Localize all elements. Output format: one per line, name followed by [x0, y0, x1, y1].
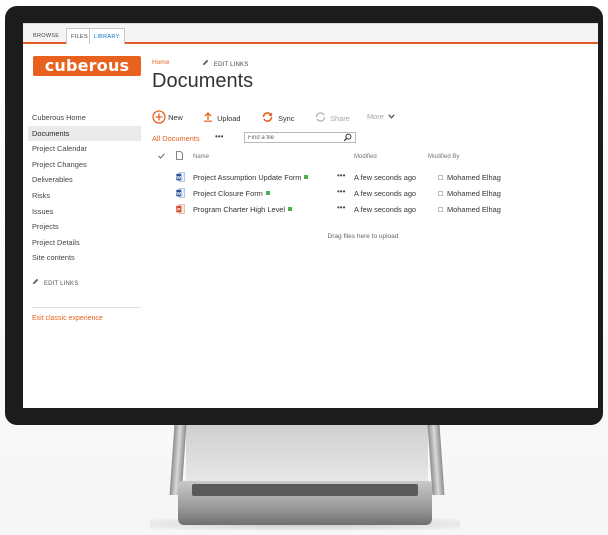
svg-text:W: W — [177, 175, 182, 181]
nav-item-documents[interactable]: Documents — [28, 125, 141, 142]
file-name-link[interactable]: Program Charter High Level — [193, 205, 293, 214]
row-menu-ellipsis[interactable]: ••• — [337, 187, 345, 196]
tab-browse[interactable]: BROWSE — [29, 28, 63, 44]
upload-button[interactable]: Upload — [203, 112, 240, 123]
new-item-badge — [265, 191, 270, 195]
upload-arrow-icon — [204, 112, 212, 122]
share-button[interactable]: Share — [315, 112, 350, 123]
nav-edit-links[interactable]: EDIT LINKS — [32, 278, 78, 287]
table-row[interactable]: W Project Assumption Update Form ••• A f… — [152, 170, 552, 186]
column-header-name[interactable]: Name — [193, 154, 209, 160]
nav-edit-links-label: EDIT LINKS — [43, 281, 79, 287]
nav-item-risks[interactable]: Risks — [28, 188, 141, 204]
pencil-icon — [32, 278, 41, 287]
modified-by-name: Mohamed Elhag — [447, 173, 501, 182]
presence-indicator — [438, 207, 443, 212]
ribbon: BROWSE FILES LIBRARY — [23, 23, 598, 44]
column-header-modified-by[interactable]: Modified By — [428, 154, 459, 160]
monitor-stand-base-top — [192, 484, 418, 496]
row-modified-by[interactable]: Mohamed Elhag — [438, 205, 501, 214]
nav-item-deliverables[interactable]: Deliverables — [28, 172, 141, 188]
new-item-badge — [288, 207, 293, 211]
page-title: Documents — [152, 70, 254, 92]
chevron-down-icon — [388, 114, 395, 119]
file-name: Program Charter High Level — [193, 205, 286, 214]
exit-classic-link[interactable]: Exit classic experience — [32, 315, 103, 322]
powerpoint-icon: P — [176, 204, 185, 214]
monitor-stand-back — [186, 425, 428, 485]
nav-divider — [32, 307, 141, 308]
stage: BROWSE FILES LIBRARY cuberous Cuberous H… — [0, 0, 608, 535]
new-item-badge — [304, 175, 309, 179]
word-icon: W — [176, 172, 185, 182]
new-button[interactable]: New — [152, 110, 183, 124]
file-name-link[interactable]: Project Closure Form — [193, 189, 270, 198]
share-label: Share — [330, 114, 350, 123]
site-logo[interactable]: cuberous — [33, 56, 141, 76]
sync-button[interactable]: Sync — [262, 112, 295, 123]
ribbon-topline — [23, 23, 598, 24]
row-modified-by[interactable]: Mohamed Elhag — [438, 189, 501, 198]
modified-by-name: Mohamed Elhag — [447, 189, 501, 198]
sync-label: Sync — [278, 114, 295, 123]
svg-text:W: W — [177, 191, 182, 197]
document-type-icon — [176, 151, 183, 162]
row-modified: A few seconds ago — [354, 205, 417, 214]
header-edit-links-label: EDIT LINKS — [213, 62, 249, 68]
word-icon: W — [176, 188, 185, 198]
screen: BROWSE FILES LIBRARY cuberous Cuberous H… — [23, 23, 598, 408]
row-modified-by[interactable]: Mohamed Elhag — [438, 173, 501, 182]
add-circle-icon — [152, 110, 166, 124]
breadcrumb-home[interactable]: Home — [152, 59, 169, 66]
command-bar: New Upload Sync Share More — [152, 110, 532, 126]
view-options-ellipsis[interactable]: ••• — [215, 132, 223, 141]
tab-library[interactable]: LIBRARY — [89, 28, 125, 44]
presence-indicator — [438, 191, 443, 196]
drag-drop-hint: Drag files here to upload — [327, 233, 399, 240]
column-header-modified[interactable]: Modified — [354, 154, 377, 160]
nav-item-site-contents[interactable]: Site contents — [28, 250, 141, 266]
pencil-icon — [202, 59, 211, 68]
upload-label: Upload — [217, 114, 241, 123]
nav-item-issues[interactable]: Issues — [28, 204, 141, 220]
row-menu-ellipsis[interactable]: ••• — [337, 203, 345, 212]
share-icon — [315, 112, 326, 122]
view-bar: All Documents ••• — [152, 131, 532, 145]
modified-by-name: Mohamed Elhag — [447, 205, 501, 214]
presence-indicator — [438, 175, 443, 180]
search-icon[interactable] — [343, 133, 352, 142]
new-label: New — [168, 113, 183, 122]
row-modified: A few seconds ago — [354, 189, 417, 198]
table-row[interactable]: P Program Charter High Level ••• A few s… — [152, 202, 552, 218]
select-all-checkmark-icon[interactable] — [158, 153, 165, 161]
file-name-link[interactable]: Project Assumption Update Form — [193, 173, 309, 182]
find-file-input[interactable] — [248, 133, 338, 142]
sync-icon — [262, 112, 273, 122]
table-row[interactable]: W Project Closure Form ••• A few seconds… — [152, 186, 552, 202]
nav-item-project-changes[interactable]: Project Changes — [28, 157, 141, 173]
find-file-box — [244, 132, 356, 143]
nav-item-project-calendar[interactable]: Project Calendar — [28, 141, 141, 157]
nav-item-cuberous-home[interactable]: Cuberous Home — [28, 110, 141, 126]
row-modified: A few seconds ago — [354, 173, 417, 182]
file-name: Project Closure Form — [193, 189, 263, 198]
header-edit-links[interactable]: EDIT LINKS — [202, 59, 248, 68]
more-label: More — [367, 112, 384, 121]
left-nav: Cuberous Home Documents Project Calendar… — [28, 110, 141, 266]
all-documents-view[interactable]: All Documents — [152, 134, 200, 143]
row-menu-ellipsis[interactable]: ••• — [337, 171, 345, 180]
file-name: Project Assumption Update Form — [193, 173, 302, 182]
more-button[interactable]: More — [367, 112, 395, 121]
